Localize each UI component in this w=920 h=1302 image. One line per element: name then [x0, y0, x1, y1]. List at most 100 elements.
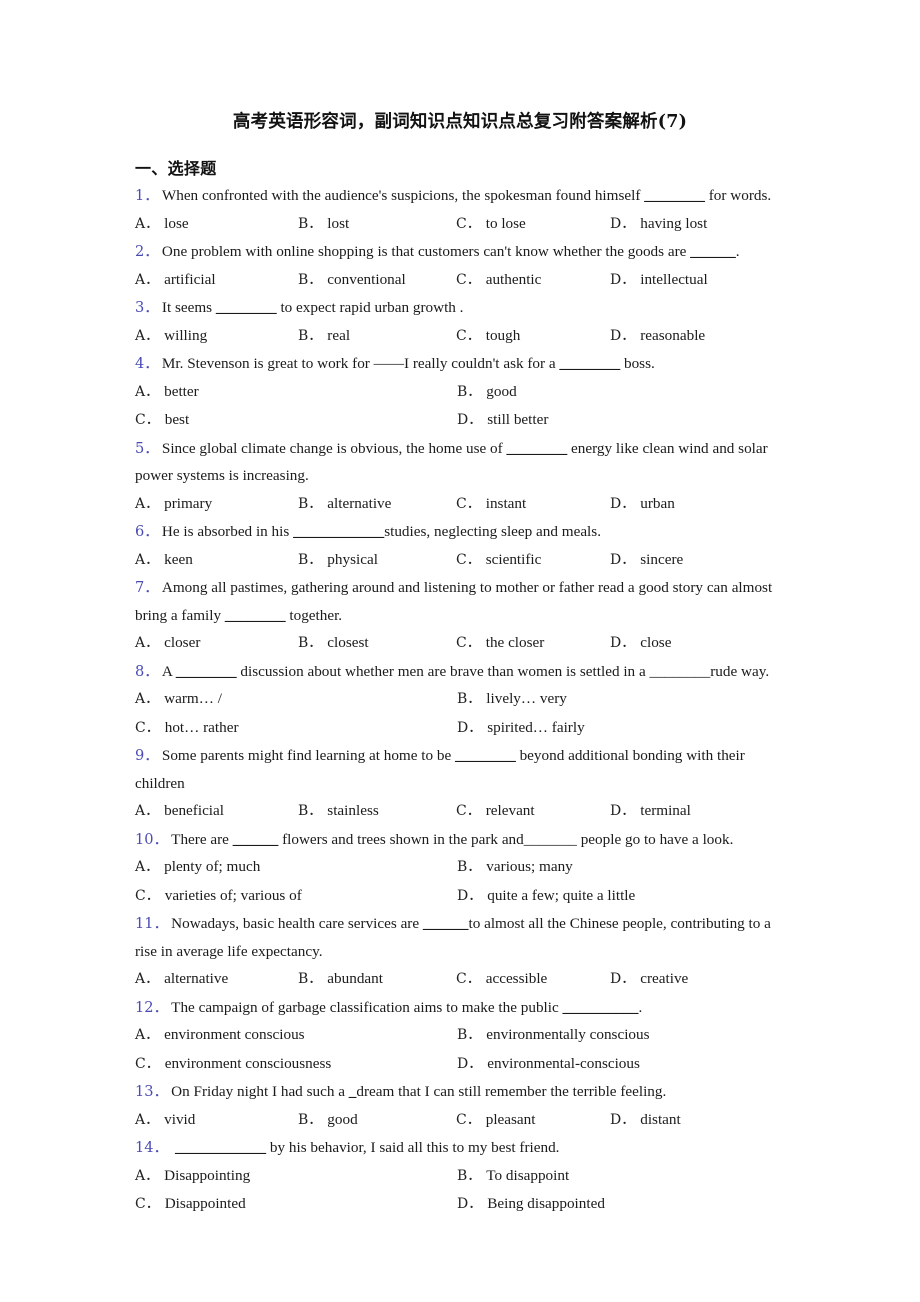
option-text: conventional [327, 270, 406, 288]
option-choice[interactable]: C． Disappointed [135, 1190, 457, 1219]
option-choice[interactable]: A． alternative [135, 965, 298, 994]
option-choice[interactable]: B． real [298, 322, 456, 351]
option-text: good [486, 382, 517, 400]
option-text: still better [487, 411, 549, 428]
option-choice[interactable]: D． still better [457, 406, 779, 435]
option-letter: C． [456, 327, 481, 344]
option-choice[interactable]: A． warm… / [135, 685, 457, 714]
option-letter: D． [610, 971, 636, 987]
option-choice[interactable]: A． plenty of; much [135, 853, 457, 882]
option-text: abundant [327, 970, 383, 987]
option-choice[interactable]: B． various; many [457, 853, 779, 882]
option-letter: A． [135, 635, 160, 651]
option-choice[interactable]: B． physical [298, 546, 456, 575]
option-choice[interactable]: C． environment consciousness [135, 1050, 457, 1079]
question-text-after-blank: to expect rapid urban growth . [276, 299, 464, 316]
option-choice[interactable]: B． stainless [298, 797, 456, 826]
option-choice[interactable]: A． Disappointing [135, 1162, 457, 1191]
question-text-after-blank: dream that I can still remember the terr… [356, 1083, 667, 1100]
option-choice[interactable]: B． closest [298, 629, 456, 658]
option-choice[interactable]: B． To disappoint [457, 1162, 779, 1191]
option-choice[interactable]: D． environmental-conscious [457, 1050, 779, 1079]
option-list: A． artificial B． conventional C． authentic D． i… [135, 266, 785, 295]
option-letter: A． [135, 971, 160, 987]
answer-blank: ________ [224, 606, 286, 624]
option-text: intellectual [640, 270, 708, 288]
option-letter: D． [610, 1111, 636, 1128]
option-choice[interactable]: A． keen [135, 546, 298, 575]
option-text: quite a few; quite a little [487, 886, 636, 904]
option-text: lose [164, 214, 189, 232]
option-choice[interactable]: C． the closer [456, 629, 610, 658]
option-choice[interactable]: C． relevant [456, 797, 610, 826]
question-number: 14． [135, 1139, 169, 1156]
option-choice[interactable]: A． beneficial [135, 797, 298, 826]
option-letter: D． [610, 327, 636, 344]
option-text: closer [164, 634, 201, 651]
option-letter: C． [456, 215, 481, 232]
option-text: environmental-conscious [487, 1054, 640, 1072]
option-choice[interactable]: A． primary [135, 490, 298, 519]
option-choice[interactable]: A． environment conscious [135, 1021, 457, 1050]
question-stem: 13． On Friday night I had such a _dream t… [135, 1078, 785, 1106]
option-text: warm… / [164, 690, 222, 707]
option-choice[interactable]: B． good [457, 378, 779, 407]
option-choice[interactable]: A． better [135, 378, 457, 407]
option-choice[interactable]: C． best [135, 406, 457, 435]
question-stem: 5． Since global climate change is obvious… [135, 435, 785, 490]
option-choice[interactable]: D． intellectual [610, 266, 785, 295]
option-choice[interactable]: D． reasonable [610, 322, 785, 351]
option-list: A． vivid B． good C． pleasant D． distant [135, 1106, 785, 1135]
option-text: urban [640, 494, 675, 512]
option-choice[interactable]: D． distant [610, 1106, 785, 1135]
option-text: closest [327, 634, 369, 651]
option-list: A． primary B． alternative C． instant D． urban [135, 490, 785, 519]
option-choice[interactable]: D． terminal [610, 797, 785, 826]
option-choice[interactable]: D． urban [610, 490, 785, 519]
option-choice[interactable]: C． accessible [456, 965, 610, 994]
question-text-after-blank: flowers and trees shown in the park and_… [278, 830, 734, 848]
option-choice[interactable]: D． sincere [610, 546, 785, 575]
option-choice[interactable]: D． Being disappointed [457, 1190, 779, 1219]
question-list: 1． When confronted with the audience's su… [135, 182, 785, 1219]
question-block: 13． On Friday night I had such a _dream t… [135, 1078, 785, 1134]
option-choice[interactable]: C． tough [456, 322, 610, 351]
option-choice[interactable]: D． close [610, 629, 785, 658]
option-text: vivid [164, 1110, 196, 1128]
option-text: reasonable [640, 326, 706, 344]
option-choice[interactable]: C． scientific [456, 546, 610, 575]
option-letter: C． [456, 803, 481, 819]
option-choice[interactable]: C． hot… rather [135, 714, 457, 743]
question-text-before-blank: Since global climate change is obvious, … [161, 439, 507, 457]
option-choice[interactable]: B． alternative [298, 490, 456, 519]
option-choice[interactable]: B． good [298, 1106, 456, 1135]
option-choice[interactable]: B． lively… very [457, 685, 779, 714]
option-choice[interactable]: B． abundant [298, 965, 456, 994]
option-choice[interactable]: C． pleasant [456, 1106, 610, 1135]
option-choice[interactable]: A． artificial [135, 266, 298, 295]
option-choice[interactable]: D． creative [610, 965, 785, 994]
option-choice[interactable]: D． spirited… fairly [457, 714, 779, 743]
option-choice[interactable]: A． lose [135, 210, 298, 239]
option-choice[interactable]: A． vivid [135, 1106, 298, 1135]
option-text: alternative [164, 970, 229, 987]
option-choice[interactable]: C． instant [456, 490, 610, 519]
option-choice[interactable]: A． willing [135, 322, 298, 351]
answer-blank: ________ [175, 662, 237, 680]
option-choice[interactable]: A． closer [135, 629, 298, 658]
option-choice[interactable]: C． authentic [456, 266, 610, 295]
option-choice[interactable]: D． having lost [610, 210, 785, 239]
option-choice[interactable]: C． to lose [456, 210, 610, 239]
option-letter: A． [135, 1027, 160, 1043]
option-text: good [327, 1110, 358, 1128]
option-letter: A． [135, 383, 160, 400]
option-letter: D． [457, 887, 483, 904]
option-choice[interactable]: B． conventional [298, 266, 456, 295]
option-choice[interactable]: B． environmentally conscious [457, 1021, 779, 1050]
option-choice[interactable]: B． lost [298, 210, 456, 239]
question-block: 4． Mr. Stevenson is great to work for ——I… [135, 350, 785, 435]
option-letter: B． [298, 971, 323, 987]
option-choice[interactable]: C． varieties of; various of [135, 882, 457, 911]
option-letter: C． [456, 271, 481, 288]
option-choice[interactable]: D． quite a few; quite a little [457, 882, 779, 911]
